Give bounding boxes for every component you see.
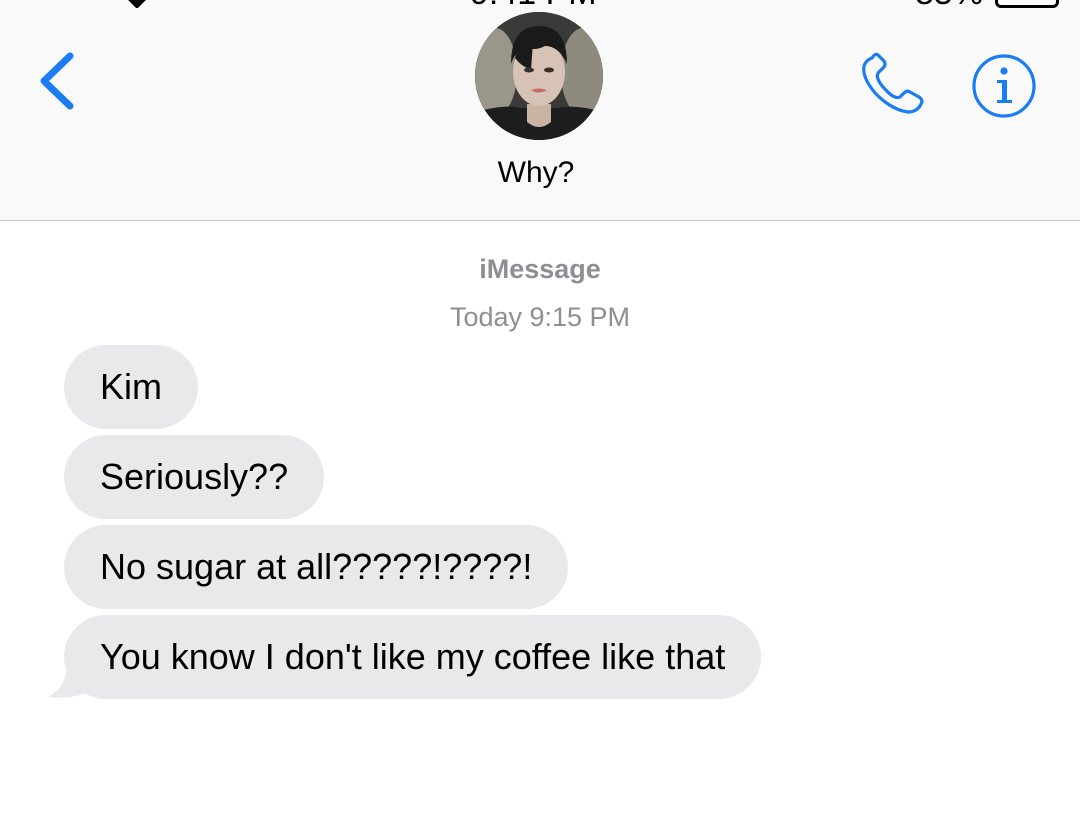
info-button[interactable]: [970, 52, 1038, 120]
message-bubble[interactable]: Seriously??: [64, 435, 325, 519]
messages-screen: 9:41 PM 85%: [0, 0, 1080, 830]
message-bubble[interactable]: You know I don't like my coffee like tha…: [64, 615, 762, 699]
message-timestamp: Today 9:15 PM: [449, 302, 631, 332]
message-bubble[interactable]: Kim: [64, 345, 198, 429]
wifi-icon: [127, 0, 147, 8]
contact-photo: [475, 12, 603, 140]
call-button[interactable]: [858, 52, 928, 118]
chevron-left-icon: [40, 52, 74, 110]
conversation-header: 9:41 PM 85%: [0, 0, 1080, 221]
service-label: iMessage: [479, 254, 601, 284]
message-bubble[interactable]: No sugar at all?????!????!: [64, 525, 569, 609]
battery-percent: 85%: [915, 0, 983, 8]
battery-icon: [995, 0, 1059, 8]
contact-name[interactable]: Why?: [0, 156, 1072, 190]
back-button[interactable]: [34, 50, 84, 112]
status-time: 9:41 PM: [470, 0, 597, 8]
contact-avatar[interactable]: [475, 12, 603, 140]
status-bar: 9:41 PM 85%: [0, 0, 1080, 8]
phone-icon: [862, 52, 924, 114]
info-icon: [972, 54, 1036, 118]
